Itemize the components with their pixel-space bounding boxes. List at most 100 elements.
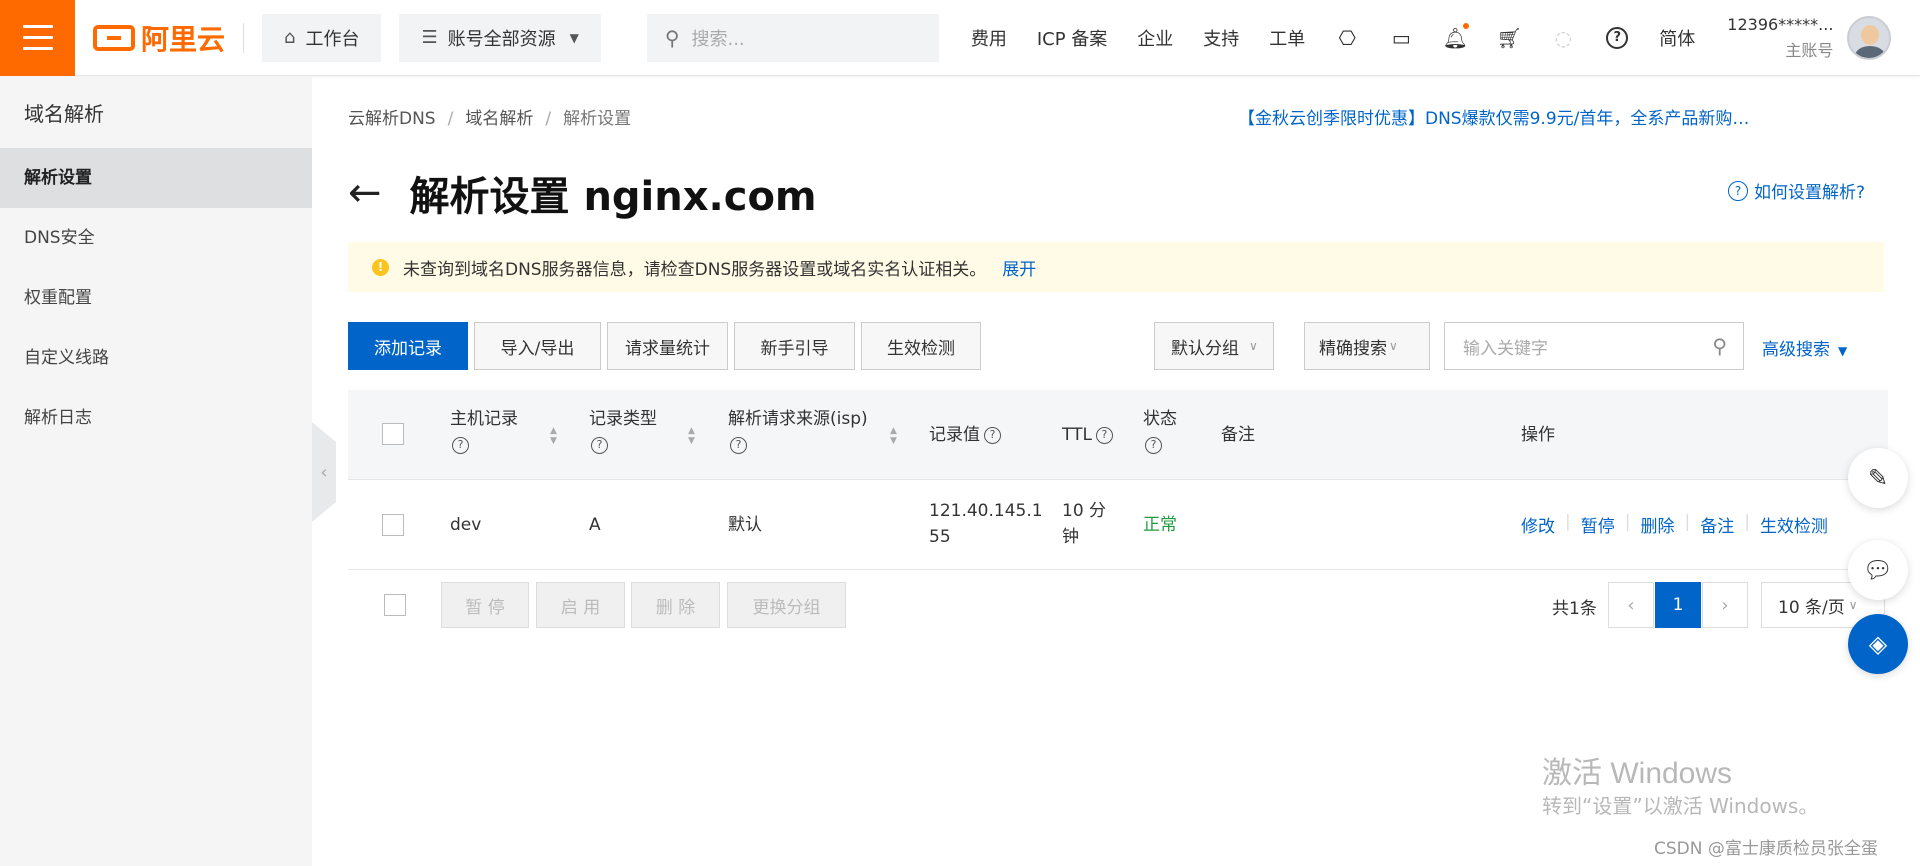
sidebar-item-log[interactable]: 解析日志 xyxy=(0,388,312,448)
title-row: ← 解析设置 nginx.com xyxy=(348,164,817,222)
aliyun-logo[interactable]: 阿里云 xyxy=(93,18,225,58)
prev-page-button[interactable]: ‹ xyxy=(1608,582,1654,628)
nav-support[interactable]: 支持 xyxy=(1203,25,1239,51)
cell-ttl: 10 分钟 xyxy=(1062,501,1107,547)
batch-enable-button[interactable]: 启 用 xyxy=(536,582,625,628)
apps-icon: ◈ xyxy=(1868,630,1888,658)
pause-link[interactable]: 暂停 xyxy=(1581,512,1615,537)
avatar[interactable] xyxy=(1847,15,1892,60)
chevron-left-icon: ‹ xyxy=(320,461,328,483)
change-group-button[interactable]: 更换分组 xyxy=(727,582,846,628)
select-all-checkbox[interactable] xyxy=(382,423,404,445)
sidebar-collapse-handle[interactable]: ‹ xyxy=(312,422,336,522)
cell-isp: 默认 xyxy=(728,515,762,535)
question-icon: ? xyxy=(1728,180,1748,201)
workbench-button[interactable]: ⌂ 工作台 xyxy=(262,13,382,62)
add-record-button[interactable]: 添加记录 xyxy=(348,322,468,370)
col-remark: 备注 xyxy=(1221,425,1255,445)
help-link[interactable]: ? 如何设置解析? xyxy=(1728,178,1865,203)
sidebar-item-custom-line[interactable]: 自定义线路 xyxy=(0,328,312,388)
footer-select-all-checkbox[interactable] xyxy=(384,594,406,616)
promo-link[interactable]: 【金秋云创季限时优惠】DNS爆款仅需9.9元/首年，全系产品新购、升级8折起，.… xyxy=(1238,104,1758,129)
question-icon[interactable]: ? xyxy=(984,426,1001,444)
next-page-button[interactable]: › xyxy=(1702,582,1748,628)
cart-icon[interactable]: 🛒︎ xyxy=(1497,26,1522,50)
sidebar-item-weight[interactable]: 权重配置 xyxy=(0,268,312,328)
request-stats-button[interactable]: 请求量统计 xyxy=(607,322,728,370)
aliyun-logo-icon xyxy=(93,24,135,51)
toolbar: 添加记录 导入/导出 请求量统计 新手引导 生效检测 默认分组 ∨ 精确搜索 ∨ 输… xyxy=(348,322,1888,370)
col-isp[interactable]: 解析请求来源(isp)? xyxy=(728,406,868,458)
guide-button[interactable]: 新手引导 xyxy=(734,322,855,370)
keyword-input[interactable]: 输入关键字 ⚲ xyxy=(1444,322,1744,370)
remark-link[interactable]: 备注 xyxy=(1700,512,1734,537)
hamburger-menu-button[interactable] xyxy=(0,0,75,76)
col-ops: 操作 xyxy=(1521,425,1555,445)
resources-dropdown[interactable]: ☰ 账号全部资源 ▼ xyxy=(399,13,601,62)
nav-fees[interactable]: 费用 xyxy=(971,25,1007,51)
breadcrumb: 云解析DNS / 域名解析 / 解析设置 xyxy=(348,109,632,129)
batch-delete-button[interactable]: 删 除 xyxy=(631,582,720,628)
home-icon: ⌂ xyxy=(284,27,296,48)
question-icon[interactable]: ? xyxy=(1145,436,1162,454)
question-icon[interactable]: ? xyxy=(730,436,747,454)
import-export-button[interactable]: 导入/导出 xyxy=(474,322,601,370)
top-nav: 费用 ICP 备案 企业 支持 工单 ⎔ ▭ 🔔︎ 🛒︎ ◌ ? 简体 1239… xyxy=(971,12,1892,64)
sort-icon[interactable]: ▲ ▼ xyxy=(890,426,900,446)
question-icon[interactable]: ? xyxy=(1095,426,1113,444)
search-icon: ⚲ xyxy=(664,25,680,50)
feedback-float-button[interactable]: 💬︎ xyxy=(1848,540,1908,600)
effect-check-button[interactable]: 生效检测 xyxy=(861,322,981,370)
pencil-icon: ✎ xyxy=(1867,464,1889,492)
warning-alert: ! 未查询到域名DNS服务器信息，请检查DNS服务器设置或域名实名认证相关。 展… xyxy=(348,242,1884,292)
breadcrumb-domain[interactable]: 域名解析 xyxy=(465,109,533,129)
table-header: 主机记录? ▲ ▼ 记录类型? ▲ ▼ 解析请求来源(isp)? ▲ ▼ 记录值? T… xyxy=(348,390,1888,480)
windows-watermark-title: 激活 Windows xyxy=(1542,757,1733,790)
row-checkbox[interactable] xyxy=(382,514,404,536)
search-icon[interactable]: ⚲ xyxy=(1712,334,1727,358)
back-arrow-icon[interactable]: ← xyxy=(348,170,382,216)
sidebar-item-resolve-settings[interactable]: 解析设置 xyxy=(0,148,312,208)
search-mode-select[interactable]: 精确搜索 ∨ xyxy=(1304,322,1430,370)
delete-link[interactable]: 删除 xyxy=(1640,512,1674,537)
sidebar-title: 域名解析 xyxy=(24,102,104,126)
search-input[interactable]: ⚲ 搜索... xyxy=(646,13,939,62)
language-switch[interactable]: 简体 xyxy=(1659,25,1695,51)
alert-expand-link[interactable]: 展开 xyxy=(1002,255,1036,280)
edit-float-button[interactable]: ✎ xyxy=(1848,448,1908,508)
chevron-right-icon: › xyxy=(1721,594,1729,616)
sort-icon[interactable]: ▲ ▼ xyxy=(688,426,698,446)
cell-value: 121.40.145.1 55 xyxy=(929,501,1043,547)
nav-icp[interactable]: ICP 备案 xyxy=(1037,25,1107,51)
breadcrumb-dns[interactable]: 云解析DNS xyxy=(348,109,436,129)
col-type[interactable]: 记录类型? xyxy=(589,406,657,458)
effect-check-link[interactable]: 生效检测 xyxy=(1760,512,1828,537)
batch-pause-button[interactable]: 暂 停 xyxy=(441,582,529,628)
nav-ticket[interactable]: 工单 xyxy=(1269,25,1305,51)
nav-enterprise[interactable]: 企业 xyxy=(1137,25,1173,51)
col-value: 记录值? xyxy=(929,422,1001,448)
group-select[interactable]: 默认分组 ∨ xyxy=(1154,322,1274,370)
cell-status: 正常 xyxy=(1143,515,1177,535)
account-id: 12396*****... xyxy=(1727,14,1834,34)
chevron-down-icon: ▼ xyxy=(569,30,579,45)
sidebar-item-dns-security[interactable]: DNS安全 xyxy=(0,208,312,268)
question-icon[interactable]: ? xyxy=(591,436,608,454)
advanced-search-link[interactable]: 高级搜索 ▼ xyxy=(1762,335,1847,360)
page-1-button[interactable]: 1 xyxy=(1655,582,1701,628)
account-info[interactable]: 12396*****... 主账号 xyxy=(1727,12,1833,64)
bell-icon[interactable]: 🔔︎ xyxy=(1443,22,1470,50)
table-footer: 暂 停 启 用 删 除 更换分组 共1条 ‹ 1 › 10 条/页 ∨ xyxy=(348,570,1888,642)
question-icon[interactable]: ? xyxy=(452,436,469,454)
total-count: 共1条 xyxy=(1552,599,1597,619)
breadcrumb-current: 解析设置 xyxy=(563,109,632,129)
col-host[interactable]: 主机记录? xyxy=(450,406,518,458)
help-icon[interactable]: ? xyxy=(1605,26,1629,50)
api-icon[interactable]: ⎔ xyxy=(1335,26,1359,50)
divider xyxy=(243,22,245,53)
apps-float-button[interactable]: ◈ xyxy=(1848,614,1908,674)
lightbulb-icon[interactable]: ◌ xyxy=(1551,26,1575,50)
terminal-icon[interactable]: ▭ xyxy=(1389,26,1413,50)
sort-icon[interactable]: ▲ ▼ xyxy=(550,426,560,446)
edit-link[interactable]: 修改 xyxy=(1521,512,1555,537)
